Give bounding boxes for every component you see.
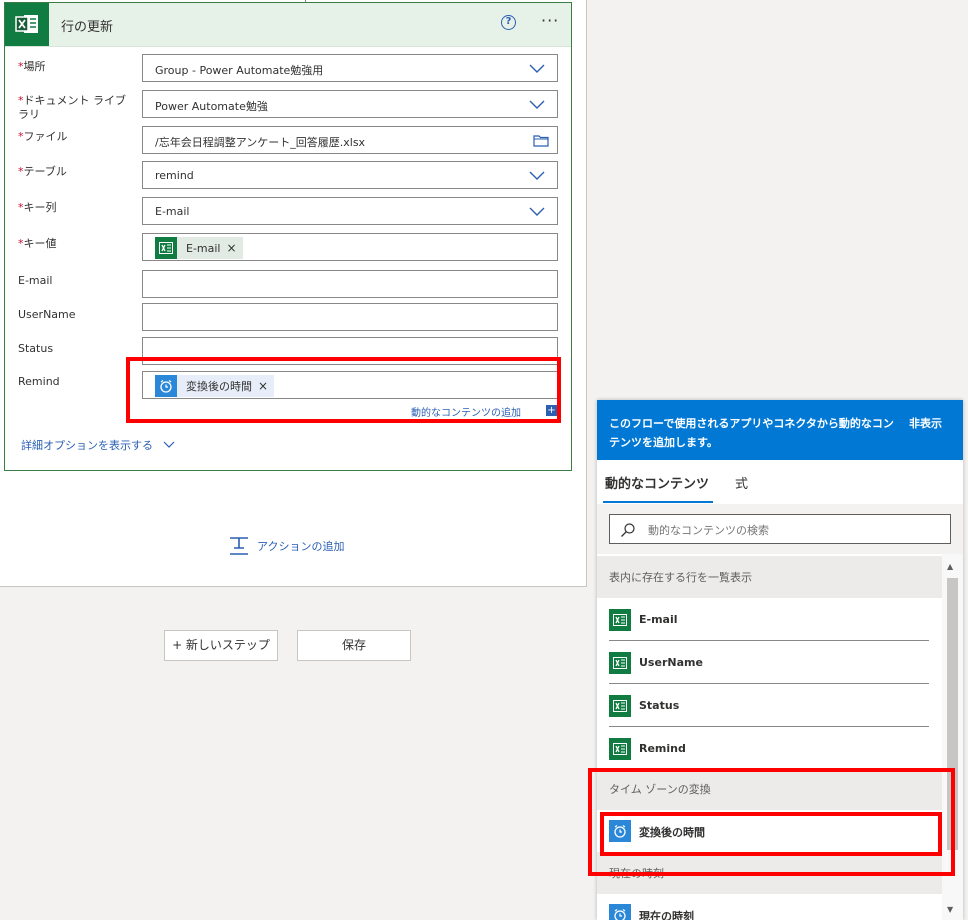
file-label: *ファイル bbox=[18, 130, 68, 143]
file-value: /忘年会日程調整アンケート_回答履歴.xlsx bbox=[155, 136, 366, 149]
active-tab-indicator bbox=[603, 501, 713, 503]
doc-library-label: *ドキュメント ライブ ラリ bbox=[18, 94, 126, 121]
help-icon[interactable]: ? bbox=[501, 15, 516, 30]
scroll-up-icon[interactable]: ▲ bbox=[947, 562, 953, 571]
tab-expression[interactable]: 式 bbox=[735, 473, 748, 492]
card-title: 行の更新 bbox=[61, 20, 114, 35]
chevron-down-icon bbox=[529, 64, 545, 73]
doc-library-value: Power Automate勉強 bbox=[155, 100, 268, 113]
list-item-label: UserName bbox=[639, 656, 703, 669]
add-action-button[interactable]: アクションの追加 bbox=[228, 536, 344, 556]
table-value: remind bbox=[155, 169, 194, 182]
search-input[interactable] bbox=[646, 520, 940, 540]
list-item[interactable]: UserName bbox=[609, 642, 929, 684]
location-dropdown[interactable]: Group - Power Automate勉強用 bbox=[142, 54, 558, 82]
excel-icon bbox=[609, 738, 631, 760]
card-header[interactable]: 行の更新 ? ··· bbox=[5, 3, 571, 47]
clock-icon bbox=[609, 904, 631, 920]
excel-connector-icon bbox=[5, 3, 49, 46]
scroll-down-icon[interactable]: ▼ bbox=[947, 905, 953, 914]
list-item-label: 現在の時刻 bbox=[639, 910, 694, 920]
location-value: Group - Power Automate勉強用 bbox=[155, 64, 324, 77]
email-token[interactable]: E-mail × bbox=[155, 237, 243, 259]
new-step-button[interactable]: + 新しいステップ bbox=[164, 630, 278, 661]
excel-icon bbox=[609, 652, 631, 674]
chevron-down-icon bbox=[529, 171, 545, 180]
table-label: *テーブル bbox=[18, 165, 67, 178]
add-action-icon bbox=[230, 537, 248, 555]
key-value-label: *キー値 bbox=[18, 237, 57, 250]
username-label: UserName bbox=[18, 308, 76, 321]
file-picker[interactable]: /忘年会日程調整アンケート_回答履歴.xlsx bbox=[142, 126, 558, 154]
email-input[interactable] bbox=[142, 270, 558, 298]
excel-icon bbox=[609, 609, 631, 631]
chevron-down-icon bbox=[529, 207, 545, 216]
hide-button[interactable]: 非表示 bbox=[909, 415, 942, 431]
key-column-dropdown[interactable]: E-mail bbox=[142, 197, 558, 225]
show-advanced-options-link[interactable]: 詳細オプションを表示する bbox=[21, 437, 175, 453]
key-column-value: E-mail bbox=[155, 205, 190, 218]
search-box[interactable] bbox=[609, 514, 951, 544]
list-item[interactable]: Status bbox=[609, 685, 929, 727]
status-label: Status bbox=[18, 342, 54, 355]
key-value-field[interactable]: E-mail × bbox=[142, 233, 558, 261]
section-header-list-rows: 表内に存在する行を一覧表示 bbox=[597, 556, 942, 598]
email-label: E-mail bbox=[18, 274, 53, 287]
panel-description: このフローで使用されるアプリやコネクタから動的なコンテンツを追加します。 bbox=[609, 417, 894, 449]
list-item-label: Remind bbox=[639, 742, 686, 755]
remind-label: Remind bbox=[18, 375, 60, 388]
chevron-down-icon bbox=[163, 441, 174, 448]
list-item-label: Status bbox=[639, 699, 680, 712]
highlight-box-converted-time bbox=[600, 812, 942, 856]
chevron-down-icon bbox=[529, 100, 545, 109]
token-remove-icon[interactable]: × bbox=[227, 241, 237, 255]
search-area bbox=[597, 504, 963, 554]
table-dropdown[interactable]: remind bbox=[142, 161, 558, 189]
panel-header: このフローで使用されるアプリやコネクタから動的なコンテンツを追加します。 非表示 bbox=[597, 400, 963, 460]
search-icon bbox=[621, 523, 635, 537]
highlight-box-remind bbox=[126, 357, 561, 423]
list-item-label: E-mail bbox=[639, 613, 678, 626]
save-button[interactable]: 保存 bbox=[297, 630, 411, 661]
list-item[interactable]: E-mail bbox=[609, 599, 929, 641]
token-label: E-mail bbox=[186, 241, 221, 255]
folder-icon[interactable] bbox=[533, 134, 549, 147]
more-options-icon[interactable]: ··· bbox=[541, 11, 559, 30]
username-input[interactable] bbox=[142, 303, 558, 331]
tab-dynamic-content[interactable]: 動的なコンテンツ bbox=[605, 473, 709, 492]
list-item[interactable]: Remind bbox=[609, 728, 929, 770]
add-action-label: アクションの追加 bbox=[257, 540, 345, 553]
doc-library-dropdown[interactable]: Power Automate勉強 bbox=[142, 90, 558, 118]
excel-icon bbox=[155, 237, 177, 259]
key-column-label: *キー列 bbox=[18, 201, 57, 214]
location-label: *場所 bbox=[18, 60, 46, 73]
list-item[interactable]: 現在の時刻 bbox=[609, 894, 929, 920]
excel-icon bbox=[609, 695, 631, 717]
